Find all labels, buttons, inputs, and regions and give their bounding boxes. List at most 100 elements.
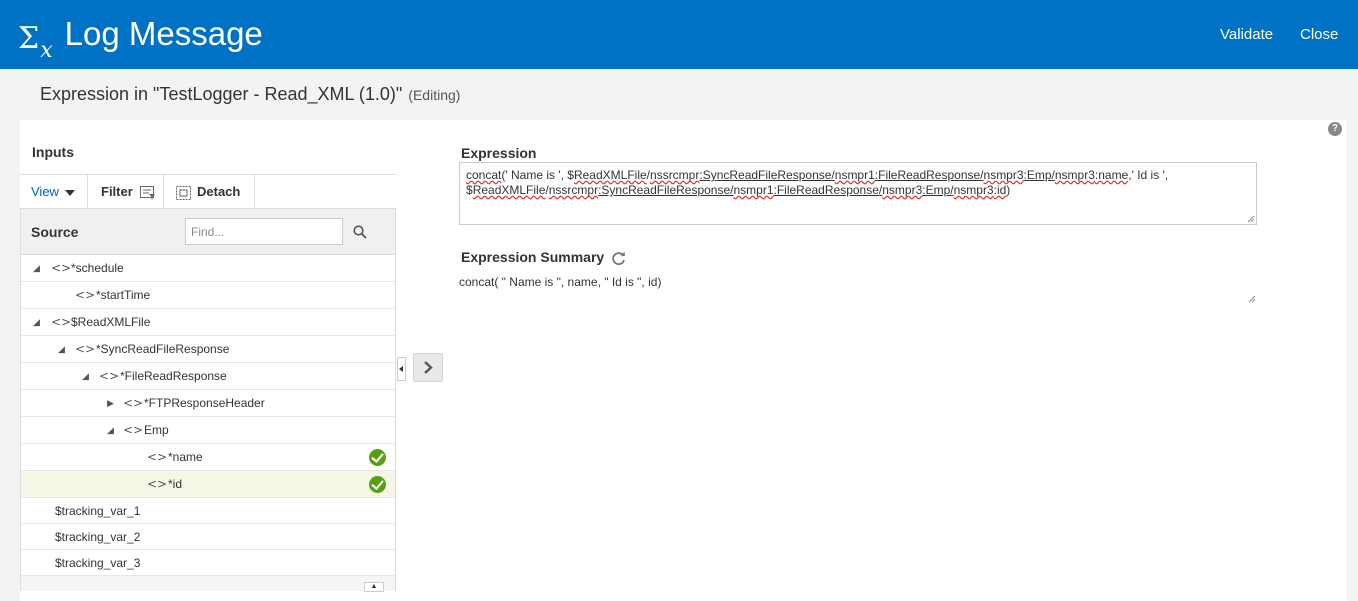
element-icon: <> (75, 342, 96, 356)
tree-row-emp[interactable]: ◢ <> Emp (21, 417, 395, 444)
tree-row-id[interactable]: <> *id (21, 471, 395, 498)
expression-editor[interactable]: concat(' Name is ', $ReadXMLFile/nssrcmp… (459, 162, 1257, 225)
expr-token: nsmpr1 (834, 168, 875, 182)
tree-footer: ▲ (21, 575, 395, 592)
element-icon: <> (51, 315, 72, 329)
tree-item-label: *id (168, 477, 183, 491)
tree-item-label: *FTPResponseHeader (144, 396, 265, 410)
element-icon: <> (99, 369, 120, 383)
expression-context-title: Expression in "TestLogger - Read_XML (1.… (40, 84, 403, 104)
tree-item-label: $tracking_var_2 (55, 530, 141, 544)
expression-line-2: $ReadXMLFile/nssrcmpr:SyncReadFileRespon… (466, 183, 1250, 198)
tree-item-label: $ReadXMLFile (71, 315, 151, 329)
expression-label: Expression (461, 145, 537, 161)
tree-row-filereadresponse[interactable]: ◢ <> *FileReadResponse (21, 363, 395, 390)
source-header: Source (20, 209, 396, 255)
app-brand: Σ x Log Message (18, 12, 263, 62)
scroll-up-button[interactable]: ▲ (364, 582, 384, 592)
expr-token: :Emp/ (922, 183, 954, 197)
tree-row-schedule[interactable]: ◢ <> *schedule (21, 255, 395, 282)
collapse-icon[interactable]: ◢ (58, 336, 65, 363)
collapse-icon[interactable]: ◢ (33, 309, 40, 336)
tree-row-ftpresponseheader[interactable]: ▶ <> *FTPResponseHeader (21, 390, 395, 417)
tree-row-syncreadfileresponse[interactable]: ◢ <> *SyncReadFileResponse (21, 336, 395, 363)
validate-button[interactable]: Validate (1220, 26, 1273, 43)
expr-token: ,' Id is ', (1128, 168, 1169, 182)
element-icon: <> (75, 288, 96, 302)
view-menu[interactable]: View (20, 175, 88, 209)
tree-item-label: Emp (144, 423, 169, 437)
expr-token: $ (466, 183, 473, 197)
source-label: Source (31, 224, 79, 240)
expr-token: ) (1006, 183, 1011, 197)
editing-state: (Editing) (408, 87, 461, 103)
insert-into-expression-button[interactable] (413, 353, 443, 382)
chevron-right-icon (424, 361, 433, 374)
tree-row-tracking-var-3[interactable]: $tracking_var_3 (21, 550, 395, 576)
expr-token: nssrcmpr (548, 183, 599, 197)
expr-token: nsmpr3 (953, 183, 994, 197)
expression-summary-title: Expression Summary (461, 249, 605, 265)
find-input[interactable] (185, 218, 343, 245)
sigma-icon: Σ (18, 21, 40, 56)
help-icon[interactable]: ? (1328, 122, 1342, 136)
element-icon: <> (51, 261, 72, 275)
filter-icon (140, 185, 156, 200)
tree-row-name[interactable]: <> *name (21, 444, 395, 471)
expression-summary: concat( " Name is ", name, " Id is ", id… (459, 272, 1257, 304)
source-tree: ◢ <> *schedule <> *startTime ◢ <> $ReadX… (20, 255, 396, 592)
detach-button[interactable]: Detach (164, 175, 255, 209)
tree-item-label: *SyncReadFileResponse (96, 342, 230, 356)
filter-button[interactable]: Filter (88, 175, 164, 209)
page-title: Log Message (64, 15, 263, 52)
tree-item-label: $tracking_var_3 (55, 556, 141, 570)
tree-item-label: $tracking_var_1 (55, 504, 141, 518)
expr-token: :SyncReadFileResponse/ (699, 168, 835, 182)
expr-token: :name (1094, 168, 1129, 182)
expr-token: nsmpr3 (1054, 168, 1095, 182)
expr-token: :Emp/ (1023, 168, 1055, 182)
filter-label: Filter (101, 184, 133, 199)
mapped-check-icon (369, 476, 386, 493)
close-button[interactable]: Close (1300, 26, 1338, 43)
expression-line-1: concat(' Name is ', $ReadXMLFile/nssrcmp… (466, 168, 1250, 183)
inputs-title: Inputs (32, 144, 74, 160)
search-icon[interactable] (353, 225, 367, 239)
tree-item-label: *name (168, 450, 203, 464)
sigma-subscript: x (40, 38, 53, 63)
expr-token: concat (466, 168, 502, 182)
expression-context: Expression in "TestLogger - Read_XML (1.… (40, 84, 460, 105)
collapse-icon[interactable]: ◢ (33, 255, 40, 282)
expr-token: :FileReadResponse/ (773, 183, 883, 197)
detach-icon (176, 185, 191, 200)
resize-handle-icon[interactable] (1247, 215, 1255, 223)
expr-token: (' Name is ', $ (501, 168, 574, 182)
detach-label: Detach (197, 184, 241, 199)
refresh-icon[interactable] (611, 251, 627, 266)
title-bar: Σ x Log Message Validate Close (0, 0, 1358, 69)
tree-row-tracking-var-2[interactable]: $tracking_var_2 (21, 524, 395, 550)
element-icon: <> (147, 477, 168, 491)
collapse-icon[interactable]: ◢ (82, 363, 89, 390)
expr-token: nsmpr1 (733, 183, 774, 197)
collapse-icon[interactable]: ◢ (107, 417, 114, 444)
expand-icon[interactable]: ▶ (107, 390, 114, 417)
expr-token: nsmpr3 (882, 183, 923, 197)
element-icon: <> (147, 450, 168, 464)
collapse-panel-handle[interactable] (397, 357, 406, 381)
mapped-check-icon (369, 449, 386, 466)
tree-item-label: *startTime (96, 288, 151, 302)
expr-token: :FileReadResponse/ (874, 168, 984, 182)
expr-token: ReadXMLFile (573, 168, 647, 182)
view-label: View (31, 184, 59, 199)
expression-summary-label: Expression Summary (461, 249, 627, 266)
tree-row-tracking-var-1[interactable]: $tracking_var_1 (21, 498, 395, 524)
resize-handle-icon[interactable] (1248, 295, 1256, 303)
expr-token: nssrcmpr (650, 168, 700, 182)
chevron-down-icon (64, 189, 75, 196)
expr-token: nsmpr3 (983, 168, 1024, 182)
tree-item-label: *FileReadResponse (120, 369, 227, 383)
tree-row-readxmlfile[interactable]: ◢ <> $ReadXMLFile (21, 309, 395, 336)
element-icon: <> (123, 423, 144, 437)
tree-row-starttime[interactable]: <> *startTime (21, 282, 395, 309)
